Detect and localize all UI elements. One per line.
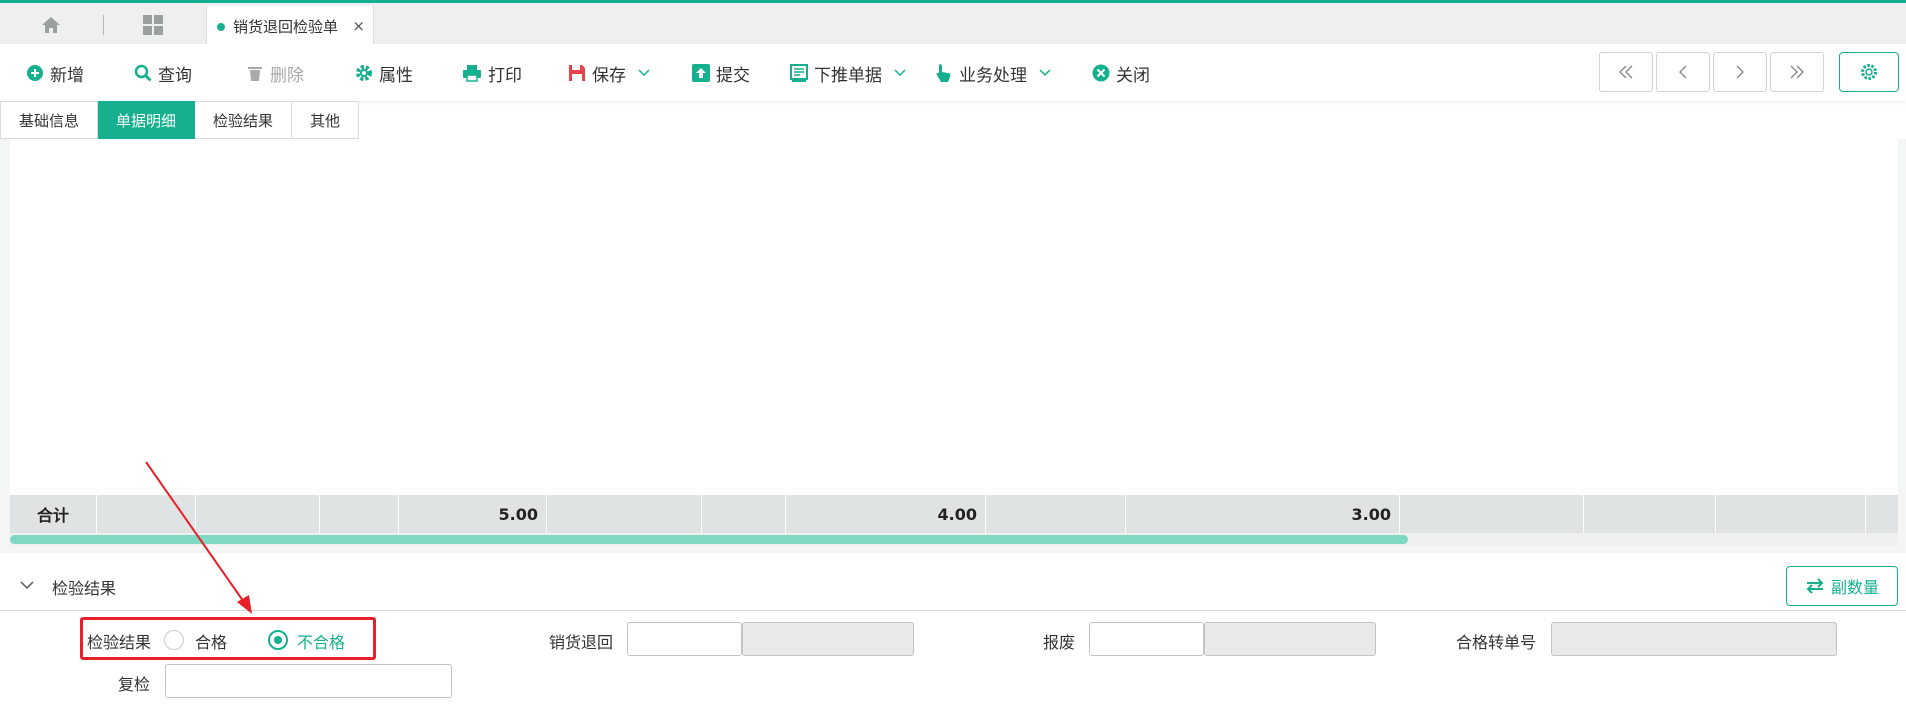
double-chevron-left-icon (1619, 65, 1633, 79)
chevron-down-icon[interactable] (894, 69, 906, 77)
scrap-unit-field (1204, 622, 1376, 656)
chevron-down-icon[interactable] (1039, 69, 1051, 77)
panel-title: 检验结果 (52, 579, 117, 598)
sales-return-label: 销货退回 (549, 633, 614, 652)
auxiliary-quantity-button[interactable]: 副数量 (1786, 566, 1898, 606)
tab-other[interactable]: 其他 (292, 101, 360, 139)
next-record-button[interactable] (1713, 52, 1767, 92)
tab-close-icon[interactable]: × (352, 17, 365, 35)
search-icon (134, 64, 152, 82)
delete-label: 删除 (270, 65, 304, 86)
floppy-disk-icon (569, 65, 585, 81)
query-button[interactable]: 查询 (134, 58, 192, 88)
delete-button[interactable]: 删除 (246, 58, 304, 88)
total-cell (97, 495, 196, 533)
home-icon[interactable] (38, 12, 64, 38)
total-cell (547, 495, 702, 533)
total-cell (1400, 495, 1584, 533)
scrap-label: 报废 (1043, 633, 1076, 652)
grid-body (10, 139, 1898, 495)
topbar-divider (103, 15, 104, 35)
total-cell-value: 4.00 (786, 495, 986, 533)
tab-title: 销货退回检验单 (233, 18, 339, 36)
top-tab-strip: 销货退回检验单 × (0, 0, 1906, 47)
save-label: 保存 (592, 65, 626, 86)
chevron-left-icon (1679, 65, 1687, 79)
total-cell (196, 495, 320, 533)
total-cell-value: 5.00 (399, 495, 547, 533)
properties-button[interactable]: 属性 (355, 58, 413, 88)
business-button[interactable]: 业务处理 (935, 58, 1051, 88)
printer-icon (463, 65, 481, 82)
submit-label: 提交 (716, 65, 750, 86)
new-button[interactable]: 新增 (26, 58, 84, 88)
auxiliary-quantity-label: 副数量 (1830, 578, 1879, 597)
inspection-panel-header: 检验结果 (0, 561, 1906, 611)
gear-icon (356, 65, 372, 81)
submit-button[interactable]: 提交 (692, 58, 750, 88)
properties-label: 属性 (379, 65, 413, 86)
print-button[interactable]: 打印 (462, 58, 522, 88)
sales-return-input[interactable] (627, 622, 742, 656)
previous-record-button[interactable] (1656, 52, 1710, 92)
grid-total-row: 合计 5.00 4.00 3.00 (10, 495, 1898, 533)
horizontal-scrollbar[interactable] (10, 533, 1898, 545)
push-down-button[interactable]: 下推单据 (790, 58, 906, 88)
tab-inspection-result[interactable]: 检验结果 (195, 101, 293, 139)
first-record-button[interactable] (1599, 52, 1653, 92)
tab-basic-info[interactable]: 基础信息 (0, 101, 99, 139)
trash-icon (248, 67, 262, 81)
query-label: 查询 (158, 65, 192, 86)
close-circle-icon (1092, 64, 1110, 82)
tab-document-details[interactable]: 单据明细 (98, 101, 196, 139)
close-label: 关闭 (1116, 65, 1150, 86)
total-cell (702, 495, 786, 533)
active-dot-icon (217, 22, 225, 31)
hand-pointer-icon (936, 64, 951, 82)
total-cell (1584, 495, 1716, 533)
settings-button[interactable] (1839, 52, 1899, 92)
chevron-right-icon (1736, 65, 1744, 79)
collapse-chevron-icon[interactable] (20, 580, 34, 590)
qualified-transfer-field (1551, 622, 1837, 656)
detail-grid: 合计 5.00 4.00 3.00 (0, 139, 1906, 553)
sales-return-unit-field (742, 622, 914, 656)
settings-gear-icon (1861, 64, 1877, 80)
apps-grid-icon[interactable] (140, 12, 166, 38)
business-label: 业务处理 (959, 65, 1027, 86)
save-button[interactable]: 保存 (568, 58, 650, 88)
recheck-label: 复检 (118, 675, 151, 694)
last-record-button[interactable] (1770, 52, 1824, 92)
annotation-highlight-box (80, 617, 376, 660)
new-label: 新增 (50, 65, 84, 86)
upload-icon (692, 64, 710, 82)
total-cell-value: 3.00 (1126, 495, 1400, 533)
total-cell (320, 495, 399, 533)
recheck-input[interactable] (165, 664, 452, 698)
tab-sales-return-inspection[interactable]: 销货退回检验单 × (206, 6, 374, 47)
qualified-transfer-label: 合格转单号 (1456, 633, 1537, 652)
close-button[interactable]: 关闭 (1092, 58, 1150, 88)
print-label: 打印 (488, 65, 522, 86)
chevron-down-icon[interactable] (638, 69, 650, 77)
total-cell (986, 495, 1126, 533)
swap-arrows-icon (1806, 578, 1824, 594)
plus-circle-icon (27, 65, 43, 81)
double-chevron-right-icon (1790, 65, 1804, 79)
push-down-label: 下推单据 (814, 65, 882, 86)
scrollbar-thumb[interactable] (10, 535, 1408, 544)
total-label: 合计 (10, 495, 97, 533)
total-cell (1716, 495, 1866, 533)
section-tabs: 基础信息 单据明细 检验结果 其他 (0, 101, 360, 139)
document-list-icon (790, 64, 808, 82)
scrap-input[interactable] (1089, 622, 1204, 656)
